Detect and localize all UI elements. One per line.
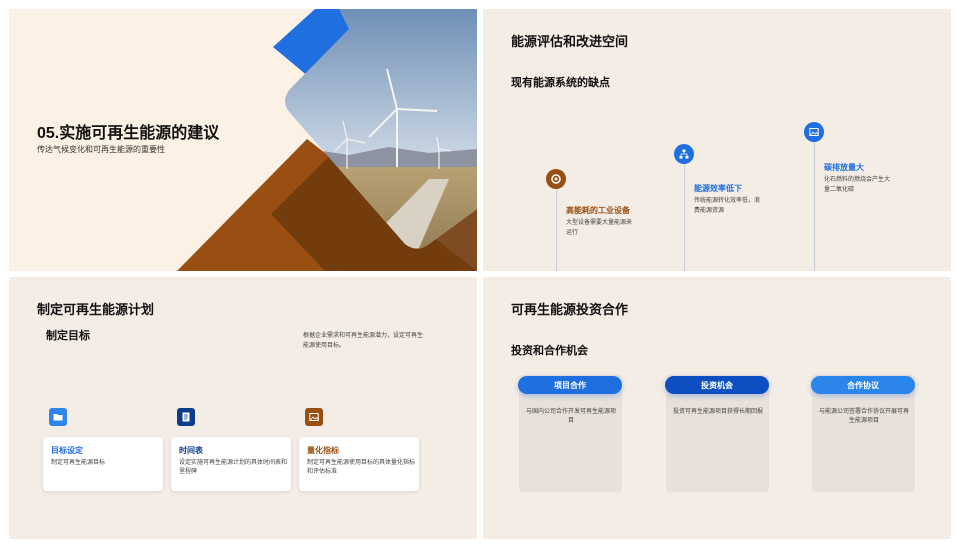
slide-subtitle: 传达气候变化和可再生能源的重要性: [37, 145, 165, 154]
slide-4[interactable]: 可再生能源投资合作 投资和合作机会 项目合作 与国内公司合作开发可再生能源项目 …: [483, 277, 951, 539]
point-desc: 传统能源转化效率低，浪费能源资源: [694, 198, 761, 214]
timeline-line: [814, 137, 815, 271]
slide-title: 制定可再生能源计划: [37, 302, 155, 317]
card-desc: 设定实施可再生能源计划的具体时间表和里程碑: [179, 460, 288, 475]
slide-subtitle: 制定目标: [46, 330, 90, 342]
card-desc: 制定可再生能源目标: [51, 460, 106, 466]
timeline-line: [556, 184, 557, 271]
slide-subtitle: 现有能源系统的缺点: [511, 77, 610, 89]
plan-card[interactable]: 目标设定 制定可再生能源目标: [43, 437, 163, 491]
investment-desc: 与能源公司签署合作协议开展可再生能源项目: [819, 409, 910, 424]
slide-1[interactable]: 05.实施可再生能源的建议 传达气候变化和可再生能源的重要性: [9, 9, 477, 271]
investment-desc: 投资可再生能源项目获得长期回报: [673, 409, 764, 415]
point-title: 能源效率低下: [694, 184, 742, 193]
card-title: 时间表: [179, 446, 203, 455]
slide-2[interactable]: 能源评估和改进空间 现有能源系统的缺点 高能耗的工业设备 大型设备需要大量能源来…: [483, 9, 951, 271]
network-icon: [674, 144, 694, 164]
timeline-line: [684, 159, 685, 271]
gear-icon: [546, 169, 566, 189]
investment-desc: 与国内公司合作开发可再生能源项目: [526, 409, 617, 424]
folder-icon: [49, 408, 67, 426]
intro-text: 根据企业需求和可再生能源潜力，设定可再生能源使用目标。: [303, 333, 424, 349]
slide-title: 可再生能源投资合作: [511, 302, 629, 317]
card-desc: 制定可再生能源使用目标的具体量化指标和评估标准: [307, 460, 416, 475]
document-icon: [177, 408, 195, 426]
point-title: 碳排放量大: [824, 163, 864, 172]
investment-label-button[interactable]: 投资机会: [665, 376, 769, 394]
slide-title: 能源评估和改进空间: [511, 34, 629, 49]
point-desc: 大型设备需要大量能源来运行: [566, 220, 633, 236]
card-title: 目标设定: [51, 446, 83, 455]
plan-card[interactable]: 量化指标 制定可再生能源使用目标的具体量化指标和评估标准: [299, 437, 419, 491]
slide-title: 05.实施可再生能源的建议: [37, 125, 220, 142]
image-icon: [305, 408, 323, 426]
investment-label-button[interactable]: 项目合作: [518, 376, 622, 394]
slide-subtitle: 投资和合作机会: [511, 345, 588, 357]
card-title: 量化指标: [307, 446, 339, 455]
investment-label-button[interactable]: 合作协议: [811, 376, 915, 394]
slide-3[interactable]: 制定可再生能源计划 制定目标 根据企业需求和可再生能源潜力，设定可再生能源使用目…: [9, 277, 477, 539]
point-title: 高能耗的工业设备: [566, 206, 630, 215]
plan-card[interactable]: 时间表 设定实施可再生能源计划的具体时间表和里程碑: [171, 437, 291, 491]
image-icon: [804, 122, 824, 142]
point-desc: 化石燃料的燃烧会产生大量二氧化碳: [824, 177, 891, 193]
